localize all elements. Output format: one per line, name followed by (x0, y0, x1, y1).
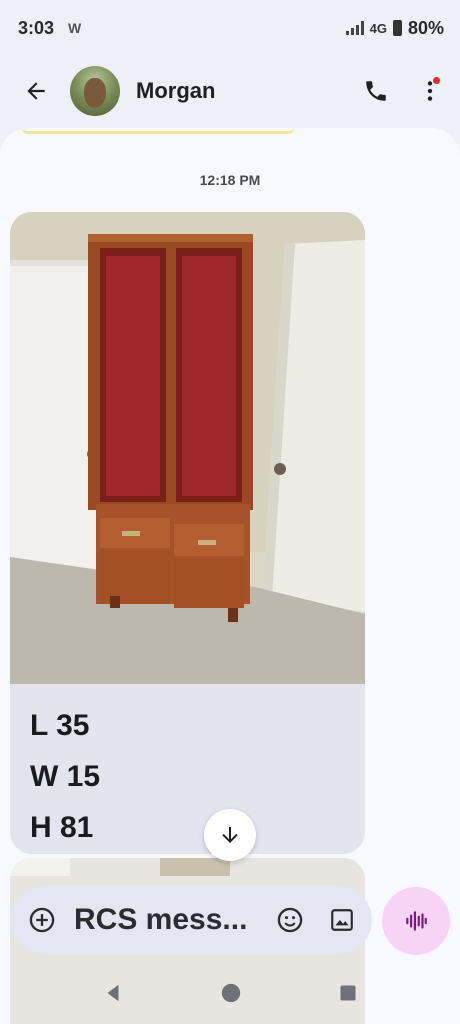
network-type: 4G (369, 20, 387, 36)
message-line-length: L 35 (30, 709, 90, 742)
message-line-height: H 81 (30, 811, 94, 844)
system-nav-bar (0, 966, 460, 1024)
message-composer: RCS mess... (10, 886, 372, 954)
nav-recents-icon[interactable] (338, 983, 358, 1008)
image-message-bubble[interactable]: L 35 W 15 H 81 (10, 212, 365, 854)
avatar[interactable] (70, 66, 120, 116)
back-arrow-icon[interactable] (20, 75, 52, 107)
notification-w-icon: W (68, 20, 82, 36)
battery-percent: 80% (407, 17, 444, 38)
notification-dot (433, 77, 440, 84)
message-line-width: W 15 (30, 760, 101, 793)
previous-message-edge (22, 128, 294, 134)
voice-wave-icon (406, 911, 427, 931)
composer-actions (274, 904, 358, 936)
signal-icon (345, 21, 364, 35)
nav-home-icon[interactable] (220, 982, 242, 1009)
message-timestamp: 12:18 PM (199, 172, 261, 188)
voice-message-button[interactable] (382, 887, 450, 955)
more-vert-icon[interactable] (414, 75, 446, 107)
emoji-icon[interactable] (274, 904, 306, 936)
status-bar: 3:03 W 4G 80% (0, 0, 460, 56)
cabinet-photo[interactable] (10, 212, 365, 684)
message-input[interactable]: RCS mess... (74, 903, 260, 937)
battery-icon (392, 20, 402, 36)
add-icon[interactable] (26, 904, 58, 936)
scroll-to-bottom-button[interactable] (204, 809, 256, 861)
gallery-icon[interactable] (326, 904, 358, 936)
conversation-header: Morgan (0, 60, 460, 122)
contact-name[interactable]: Morgan (136, 78, 215, 104)
status-time: 3:03 (18, 17, 55, 38)
arrow-down-icon (222, 827, 238, 843)
status-icons: 4G 80% (345, 17, 444, 39)
phone-icon[interactable] (360, 75, 392, 107)
nav-back-icon[interactable] (102, 982, 124, 1009)
message-text: L 35 W 15 H 81 (30, 700, 100, 853)
header-actions (360, 75, 446, 107)
